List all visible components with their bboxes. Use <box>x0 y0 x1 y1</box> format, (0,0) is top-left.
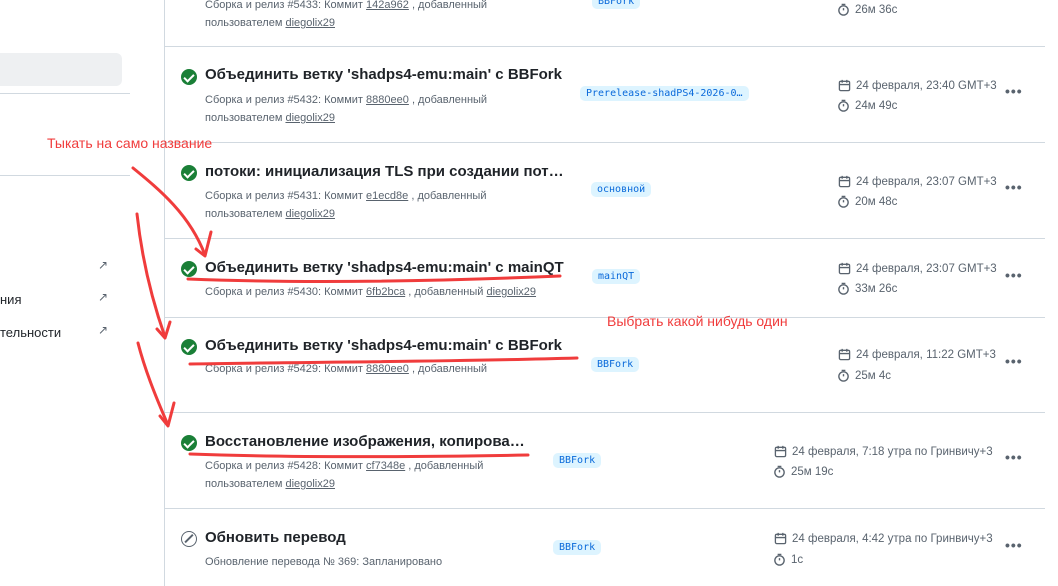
run-date: 24 февраля, 23:07 GMT+3 <box>838 262 997 278</box>
external-link-icon: ↗ <box>98 258 109 272</box>
run-meta: Сборка и релиз #5431: Коммит e1ecd8e , д… <box>205 190 487 220</box>
run-duration: 1с <box>773 553 803 569</box>
sidebar: ↗ ния ↗ тельности ↗ <box>0 0 137 586</box>
run-duration: 33м 26с <box>837 282 897 298</box>
run-meta: Сборка и релиз #5432: Коммит 8880ee0 , д… <box>205 94 488 124</box>
stopwatch-icon <box>773 553 786 569</box>
run-title-link[interactable]: Восстановление изображения, копирова… <box>205 433 525 450</box>
branch-badge[interactable]: BBFork <box>591 357 640 372</box>
run-title-link[interactable]: Обновить перевод <box>205 529 346 546</box>
annotation-arrow <box>135 212 167 339</box>
workflow-run-row: Объединить ветку 'shadps4-emu:main' с BB… <box>165 318 1045 413</box>
calendar-icon <box>774 532 787 548</box>
more-options-icon[interactable]: ••• <box>1005 267 1023 283</box>
success-check-icon <box>181 339 197 355</box>
run-meta: Сборка и релиз #5429: Коммит 8880ee0 , д… <box>205 363 488 375</box>
more-options-icon[interactable]: ••• <box>1005 537 1023 553</box>
branch-badge[interactable]: BBFork <box>553 540 602 555</box>
user-link[interactable]: diegolix29 <box>285 208 335 220</box>
annotation-tap-title: Тыкать на само название <box>47 135 213 151</box>
success-check-icon <box>181 69 197 85</box>
stopwatch-icon <box>837 369 850 385</box>
run-meta: Сборка и релиз #5433: Коммит 142a962 , д… <box>205 0 488 29</box>
commit-link[interactable]: 142a962 <box>366 0 409 11</box>
workflow-run-row: Объединить ветку 'shadps4-emu:main' с ma… <box>165 239 1045 318</box>
sidebar-item-link[interactable]: ния <box>0 292 21 307</box>
run-title-link[interactable]: Объединить ветку 'shadps4-emu:main' с ma… <box>205 259 564 276</box>
run-title-link[interactable]: потоки: инициализация TLS при создании п… <box>205 163 564 180</box>
workflow-run-row: потоки: инициализация TLS при создании п… <box>165 143 1045 239</box>
branch-badge[interactable]: BBFork <box>553 453 602 468</box>
user-link[interactable]: diegolix29 <box>285 112 335 124</box>
stopwatch-icon <box>837 3 850 19</box>
stopwatch-icon <box>773 465 786 481</box>
commit-link[interactable]: 8880ee0 <box>366 363 409 375</box>
annotation-pick-one: Выбрать какой нибудь один <box>607 313 788 329</box>
more-options-icon[interactable]: ••• <box>1005 353 1023 369</box>
calendar-icon <box>838 175 851 191</box>
run-duration: 26м 36с <box>837 3 897 19</box>
run-duration: 24м 49с <box>837 99 897 115</box>
run-date: 24 февраля, 11:22 GMT+3 <box>838 348 996 364</box>
run-duration: 25м 19с <box>773 465 833 481</box>
branch-badge[interactable]: Prerelease-shadPS4-2026-0… <box>580 86 749 101</box>
sidebar-item-selected[interactable] <box>0 53 122 86</box>
stopwatch-icon <box>837 195 850 211</box>
stopwatch-icon <box>837 282 850 298</box>
run-date: 24 февраля, 7:18 утра по Гринвичу+3 <box>774 445 993 461</box>
user-link[interactable]: diegolix29 <box>285 17 335 29</box>
run-title-link[interactable]: Объединить ветку 'shadps4-emu:main' с BB… <box>205 66 562 83</box>
success-check-icon <box>181 435 197 451</box>
success-check-icon <box>181 165 197 181</box>
workflow-run-row: Сборка и релиз #5433: Коммит 142a962 , д… <box>165 0 1045 47</box>
skipped-icon <box>181 531 197 547</box>
run-date: 24 февраля, 4:42 утра по Гринвичу+3 <box>774 532 993 548</box>
commit-link[interactable]: 6fb2bca <box>366 286 405 298</box>
sidebar-divider <box>0 93 130 94</box>
run-duration: 25м 4с <box>837 369 891 385</box>
sidebar-divider <box>0 175 130 176</box>
calendar-icon <box>774 445 787 461</box>
workflow-run-row: Обновить перевод Обновление перевода № 3… <box>165 509 1045 586</box>
workflow-run-row: Восстановление изображения, копирова… Сб… <box>165 413 1045 509</box>
run-duration: 20м 48с <box>837 195 897 211</box>
calendar-icon <box>838 348 851 364</box>
calendar-icon <box>838 79 851 95</box>
more-options-icon[interactable]: ••• <box>1005 179 1023 195</box>
success-check-icon <box>181 261 197 277</box>
more-options-icon[interactable]: ••• <box>1005 449 1023 465</box>
workflow-run-row: Объединить ветку 'shadps4-emu:main' с BB… <box>165 47 1045 143</box>
user-link[interactable]: diegolix29 <box>486 286 536 298</box>
run-title-link[interactable]: Объединить ветку 'shadps4-emu:main' с BB… <box>205 337 562 354</box>
stopwatch-icon <box>837 99 850 115</box>
calendar-icon <box>838 262 851 278</box>
commit-link[interactable]: 8880ee0 <box>366 94 409 106</box>
branch-badge[interactable]: основной <box>591 182 652 197</box>
external-link-icon: ↗ <box>98 323 109 337</box>
run-meta: Сборка и релиз #5430: Коммит 6fb2bca , д… <box>205 286 537 298</box>
more-options-icon[interactable]: ••• <box>1005 83 1023 99</box>
run-date: 24 февраля, 23:40 GMT+3 <box>838 79 997 95</box>
commit-link[interactable]: cf7348e <box>366 460 405 472</box>
run-meta: Обновление перевода № 369: Запланировано <box>205 556 443 568</box>
workflow-runs-list: Сборка и релиз #5433: Коммит 142a962 , д… <box>164 0 1058 586</box>
sidebar-item-link[interactable]: тельности <box>0 325 61 340</box>
branch-badge[interactable]: mainQT <box>592 269 641 284</box>
run-meta: Сборка и релиз #5428: Коммит cf7348e , д… <box>205 460 484 490</box>
run-date: 24 февраля, 23:07 GMT+3 <box>838 175 997 191</box>
external-link-icon: ↗ <box>98 290 109 304</box>
commit-link[interactable]: e1ecd8e <box>366 190 408 202</box>
branch-badge[interactable]: BBFork <box>592 0 641 9</box>
user-link[interactable]: diegolix29 <box>285 478 335 490</box>
